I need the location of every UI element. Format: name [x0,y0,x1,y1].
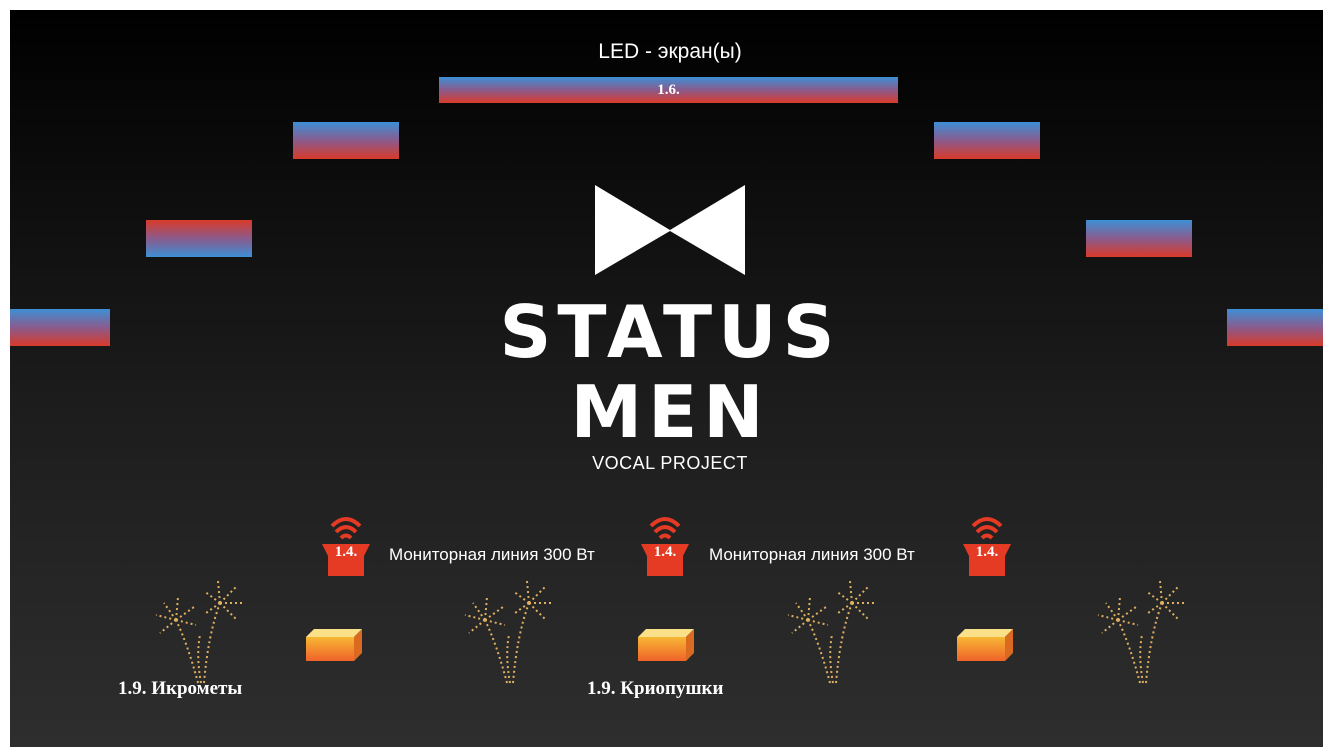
brand-line-2: MEN [570,370,770,454]
monitor-line-label-right: Мониторная линия 300 Вт [709,545,915,564]
brand-tagline: VOCAL PROJECT [592,453,748,473]
led-screen-left-1 [293,122,399,159]
led-screen-center: 1.6. [439,77,898,103]
monitor-left-number: 1.4. [334,544,358,560]
led-screen-left-2 [146,220,252,257]
led-screen-right-1 [934,122,1040,159]
stage-plan: LED - экран(ы) 1.6. STATUS MEN VOCAL PRO… [10,10,1323,747]
monitor-center-number: 1.4. [653,544,677,560]
cryo-cannon-box-icon [957,629,1013,661]
led-screen-right-2 [1086,220,1192,257]
brand-line-1: STATUS [499,290,841,374]
monitor-line-label-left: Мониторная линия 300 Вт [389,545,595,564]
cryo-cannon-box-icon [306,629,362,661]
sparklers-label: 1.9. Икрометы [118,678,243,699]
cryo-cannon-box-icon [638,629,694,661]
cryo-cannons-label: 1.9. Криопушки [587,678,724,699]
sparkler-firework-icon [155,580,242,684]
sparkler-firework-icon [1097,580,1184,684]
bowtie-logo-icon [595,185,745,275]
led-screen-left-3 [10,309,110,346]
sparkler-firework-icon [464,580,551,684]
led-screens-title: LED - экран(ы) [598,40,742,63]
sparkler-firework-icon [787,580,874,684]
monitor-right-number: 1.4. [975,544,999,560]
led-screen-right-3 [1227,309,1323,346]
led-screen-center-label: 1.6. [657,82,680,98]
